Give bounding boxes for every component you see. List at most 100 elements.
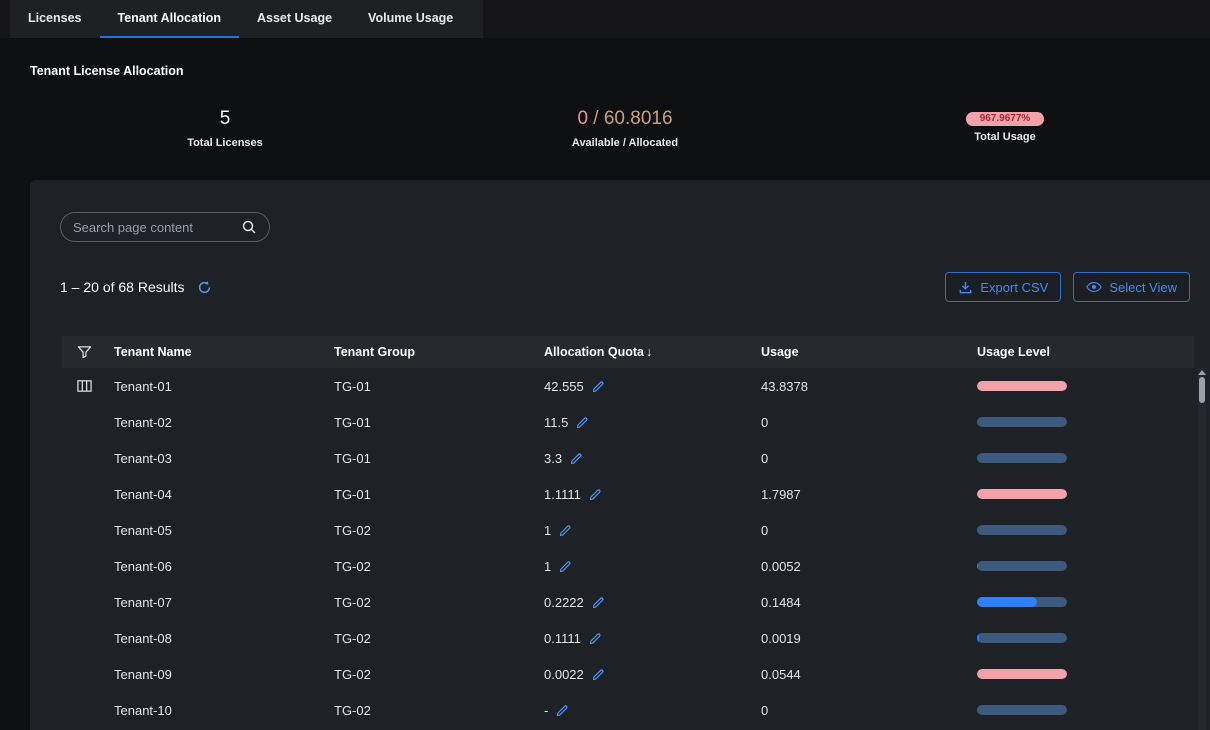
tenant-group-cell: TG-02 xyxy=(326,523,536,538)
total-usage-badge: 967.9677% xyxy=(966,112,1045,126)
tab-asset-usage[interactable]: Asset Usage xyxy=(239,0,350,38)
allocation-quota-cell: 11.5 xyxy=(536,415,753,430)
tenant-name-cell: Tenant-04 xyxy=(106,487,326,502)
usage-level-bar xyxy=(977,525,1067,535)
quota-value: 0.2222 xyxy=(544,595,584,610)
usage-level-bar xyxy=(977,561,1067,571)
edit-quota-icon[interactable] xyxy=(589,632,602,645)
table-header-row: Tenant Name Tenant Group Allocation Quot… xyxy=(62,336,1194,368)
col-header-allocation-quota[interactable]: Allocation Quota↓ xyxy=(536,345,753,359)
table-row: Tenant-01 TG-01 42.555 43.8378 xyxy=(62,368,1194,404)
tenant-allocation-panel: 1 – 20 of 68 Results Export CSV xyxy=(30,180,1210,730)
download-icon xyxy=(958,280,973,295)
total-usage-label: Total Usage xyxy=(800,131,1210,143)
summary-stats: 5 Total Licenses 0 / 60.8016 Available /… xyxy=(0,106,1210,149)
page-title: Tenant License Allocation xyxy=(30,64,1210,78)
usage-level-bar xyxy=(977,453,1067,463)
tenant-group-cell: TG-02 xyxy=(326,631,536,646)
available-allocated-separator: / xyxy=(588,108,604,129)
allocation-quota-cell: 0.2222 xyxy=(536,595,753,610)
allocation-quota-label: Allocation Quota xyxy=(544,345,644,359)
usage-level-cell xyxy=(969,417,1194,427)
col-header-usage[interactable]: Usage xyxy=(753,345,969,359)
col-header-tenant-group[interactable]: Tenant Group xyxy=(326,345,536,359)
scroll-up-icon[interactable] xyxy=(1198,370,1206,375)
export-csv-button[interactable]: Export CSV xyxy=(945,272,1061,302)
allocation-quota-cell: 1 xyxy=(536,559,753,574)
usage-cell: 0.0052 xyxy=(753,559,969,574)
usage-level-bar xyxy=(977,381,1067,391)
table-row: Tenant-10 TG-02 - 0 xyxy=(62,692,1194,728)
total-licenses-label: Total Licenses xyxy=(0,137,450,149)
allocation-quota-cell: - xyxy=(536,703,753,718)
tenant-group-cell: TG-02 xyxy=(326,667,536,682)
tenant-name-cell: Tenant-07 xyxy=(106,595,326,610)
usage-level-cell xyxy=(969,489,1194,499)
allocation-quota-cell: 0.0022 xyxy=(536,667,753,682)
edit-quota-icon[interactable] xyxy=(559,524,572,537)
tenant-name-cell: Tenant-01 xyxy=(106,379,326,394)
table-row: Tenant-07 TG-02 0.2222 0.1484 xyxy=(62,584,1194,620)
tenant-name-cell: Tenant-09 xyxy=(106,667,326,682)
edit-quota-icon[interactable] xyxy=(592,596,605,609)
stat-total-usage: 967.9677% Total Usage xyxy=(800,106,1210,149)
tenant-name-cell: Tenant-02 xyxy=(106,415,326,430)
tenant-group-cell: TG-02 xyxy=(326,559,536,574)
edit-quota-icon[interactable] xyxy=(556,704,569,717)
scrollbar-thumb[interactable] xyxy=(1199,377,1205,403)
vertical-scrollbar[interactable] xyxy=(1198,368,1206,730)
tenant-table: Tenant Name Tenant Group Allocation Quot… xyxy=(62,336,1194,728)
tenant-name-cell: Tenant-08 xyxy=(106,631,326,646)
usage-level-cell xyxy=(969,525,1194,535)
table-row: Tenant-04 TG-01 1.1111 1.7987 xyxy=(62,476,1194,512)
usage-level-cell xyxy=(969,453,1194,463)
refresh-icon[interactable] xyxy=(197,280,212,295)
usage-level-cell xyxy=(969,633,1194,643)
usage-level-cell xyxy=(969,381,1194,391)
search-icon[interactable] xyxy=(241,219,257,235)
search-box xyxy=(60,212,270,242)
edit-quota-icon[interactable] xyxy=(559,560,572,573)
edit-quota-icon[interactable] xyxy=(592,380,605,393)
quota-value: 1 xyxy=(544,559,551,574)
tenant-group-cell: TG-01 xyxy=(326,451,536,466)
tenant-group-cell: TG-01 xyxy=(326,415,536,430)
table-actions: Export CSV Select View xyxy=(945,272,1190,302)
edit-quota-icon[interactable] xyxy=(589,488,602,501)
filter-icon[interactable] xyxy=(62,345,106,359)
edit-quota-icon[interactable] xyxy=(570,452,583,465)
tenant-group-cell: TG-02 xyxy=(326,595,536,610)
quota-value: 0.1111 xyxy=(544,631,581,646)
select-view-button[interactable]: Select View xyxy=(1073,272,1190,302)
columns-icon[interactable] xyxy=(62,379,106,393)
tab-licenses[interactable]: Licenses xyxy=(10,0,100,38)
allocation-quota-cell: 42.555 xyxy=(536,379,753,394)
usage-level-bar xyxy=(977,705,1067,715)
tenant-name-cell: Tenant-10 xyxy=(106,703,326,718)
usage-level-cell xyxy=(969,561,1194,571)
table-row: Tenant-06 TG-02 1 0.0052 xyxy=(62,548,1194,584)
results-toolbar: 1 – 20 of 68 Results Export CSV xyxy=(60,272,1190,302)
usage-level-cell xyxy=(969,669,1194,679)
search-input[interactable] xyxy=(73,220,233,235)
edit-quota-icon[interactable] xyxy=(576,416,589,429)
usage-level-bar xyxy=(977,669,1067,679)
tab-group: Licenses Tenant Allocation Asset Usage V… xyxy=(10,0,483,38)
edit-quota-icon[interactable] xyxy=(592,668,605,681)
results-count: 1 – 20 of 68 Results xyxy=(60,279,185,295)
usage-cell: 0.1484 xyxy=(753,595,969,610)
col-header-tenant-name[interactable]: Tenant Name xyxy=(106,345,326,359)
usage-level-bar xyxy=(977,489,1067,499)
usage-cell: 43.8378 xyxy=(753,379,969,394)
table-row: Tenant-08 TG-02 0.1111 0.0019 xyxy=(62,620,1194,656)
quota-value: 42.555 xyxy=(544,379,584,394)
tenant-group-cell: TG-01 xyxy=(326,379,536,394)
tab-tenant-allocation[interactable]: Tenant Allocation xyxy=(100,0,239,38)
usage-level-cell xyxy=(969,597,1194,607)
export-csv-label: Export CSV xyxy=(980,280,1048,295)
tenant-name-cell: Tenant-06 xyxy=(106,559,326,574)
allocation-quota-cell: 0.1111 xyxy=(536,631,753,646)
col-header-usage-level[interactable]: Usage Level xyxy=(969,345,1194,359)
tab-volume-usage[interactable]: Volume Usage xyxy=(350,0,471,38)
available-allocated-value: 0 / 60.8016 xyxy=(450,106,800,132)
